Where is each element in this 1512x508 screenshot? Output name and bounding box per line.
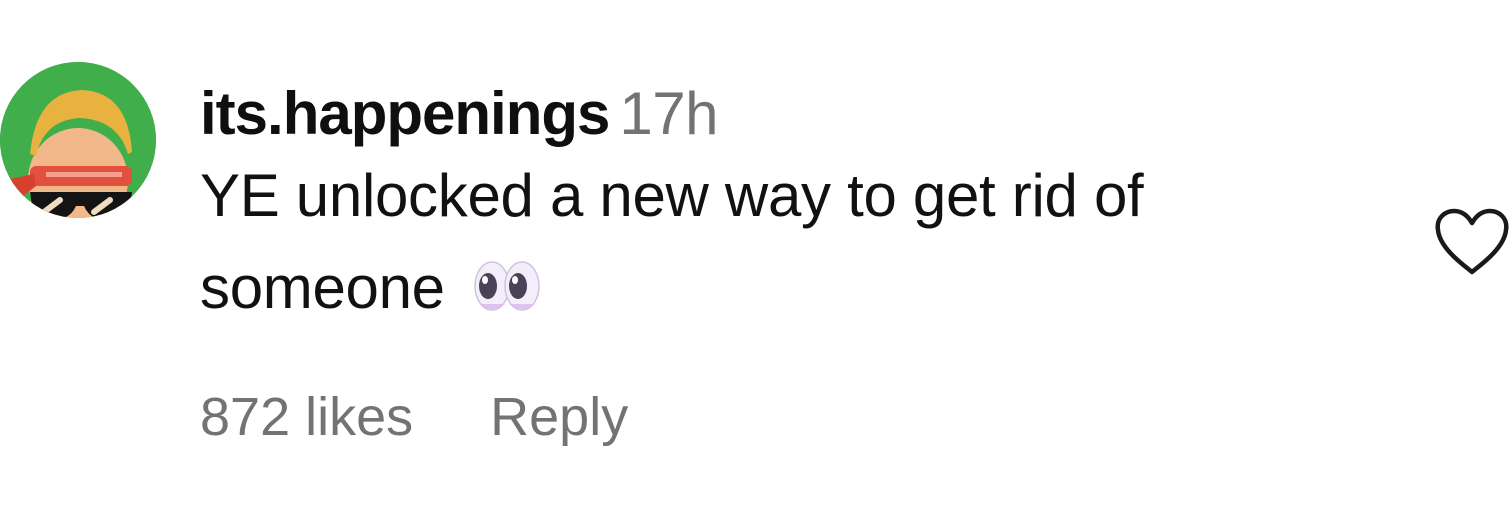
comment-timestamp: 17h [619,80,718,147]
comment-item: its.happenings 17h YE unlocked a new way … [0,0,1512,508]
like-heart-icon[interactable] [1432,206,1512,280]
reply-button[interactable]: Reply [490,387,628,447]
likes-count[interactable]: 872 likes [200,387,413,447]
eyes-emoji-icon [473,248,541,311]
comment-text: YE unlocked a new way to get rid of some… [200,150,1340,334]
comment-actions: 872 likes Reply [200,382,628,452]
avatar[interactable] [0,62,156,218]
username-link[interactable]: its.happenings [200,80,610,147]
cartoon-avatar-icon [0,62,156,218]
comment-header: its.happenings 17h [200,78,1380,150]
comment-text-content: YE unlocked a new way to get rid of some… [200,162,1144,321]
comment-body: its.happenings 17h YE unlocked a new way … [200,78,1380,334]
